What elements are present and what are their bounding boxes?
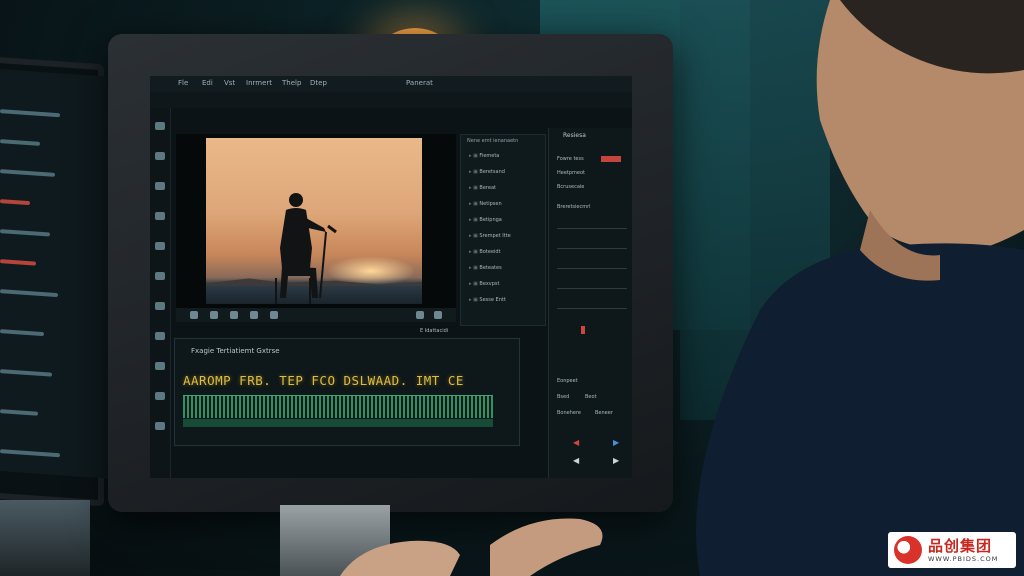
inspector-row[interactable]: Fowre tess [557,156,584,162]
browser-item[interactable]: Sesse Entt [469,297,505,303]
inspector-row[interactable]: Breretsiecmrl [557,204,591,210]
browser-item[interactable]: Fiemeta [469,153,499,159]
video-viewer[interactable] [176,134,456,308]
side-line [0,409,38,416]
menubar: Fle Edi Vst Inrmert Thelp Dtep Panerat [150,76,632,93]
singer-silhouette [275,193,337,304]
side-line [0,369,52,377]
side-line-red [0,199,30,206]
tool-icon[interactable] [155,302,165,310]
menu-item[interactable]: Thelp [282,79,301,87]
tool-icon[interactable] [155,182,165,190]
arrow-left-icon[interactable]: ◀ [573,438,579,447]
record-indicator[interactable] [601,156,621,162]
browser-title: Nene emt ienanaetn [467,138,519,144]
inspector-row[interactable]: Heetpmeot [557,170,585,176]
next-icon[interactable] [250,311,258,319]
level-marker [581,326,585,334]
side-line [0,449,60,458]
brand-url: WWW.PBIDS.COM [928,555,999,563]
inspector-row[interactable]: Bonehere [557,410,581,416]
menu-item[interactable]: Edi [202,79,213,87]
timeline-track-label: E Idattacidi [420,328,449,334]
side-line [0,139,40,146]
brand-name: 品创集团 [928,537,993,555]
browser-item[interactable]: Srempet Itte [469,233,510,239]
editor-screen: Fle Edi Vst Inrmert Thelp Dtep Panerat N… [150,76,632,478]
side-line-red [0,259,36,266]
inspector-row[interactable]: Bsed [557,394,569,400]
tool-sidebar [150,108,171,478]
audio-track[interactable] [183,419,493,427]
tool-icon[interactable] [155,362,165,370]
menu-item[interactable]: Dtep [310,79,327,87]
inspector-row[interactable]: Beneer [595,410,613,416]
menu-item[interactable]: Vst [224,79,235,87]
meter-line [557,248,627,249]
transport-bar [176,308,456,322]
inspector-title: Resiesa [563,132,586,139]
toolbar [150,92,632,108]
tool-icon[interactable] [155,272,165,280]
audio-waveform[interactable] [183,395,493,418]
browser-item[interactable]: Bereat [469,185,496,191]
side-line [0,229,50,237]
watermark-logo: 品创集团 WWW.PBIDS.COM [888,532,1016,568]
tool-icon[interactable] [155,422,165,430]
brand-icon [894,536,922,564]
browser-item[interactable]: Netipsen [469,201,501,207]
arrow-right-icon[interactable]: ▶ [613,456,619,465]
menu-item[interactable]: Fle [178,79,188,87]
side-line [0,329,44,337]
arrow-left-icon[interactable]: ◀ [573,456,579,465]
stop-icon[interactable] [210,311,218,319]
browser-item[interactable]: Beteates [469,265,501,271]
editor-person [696,0,1024,576]
arrow-right-icon[interactable]: ▶ [613,438,619,447]
video-frame [206,138,422,304]
media-browser: Nene emt ienanaetn Fiemeta Beretsand Ber… [460,134,546,326]
browser-item[interactable]: Beretsand [469,169,505,175]
side-line [0,169,55,177]
tool-icon[interactable] [155,212,165,220]
meter-line [557,288,627,289]
browser-item[interactable]: Betipnga [469,217,501,223]
loop-icon[interactable] [270,311,278,319]
side-monitor [0,55,474,507]
tool-icon[interactable] [155,332,165,340]
caption-track[interactable]: AAROMP FRB. TEP FCO DSLWAAD. IMT CE [183,373,464,388]
zoom-icon[interactable] [416,311,424,319]
monitor-arm [0,500,90,576]
menu-item[interactable]: Inrmert [246,79,272,87]
side-line [0,109,60,118]
timeline-panel[interactable]: Fxagie Tertiatiemt Gxtrse AAROMP FRB. TE… [174,338,520,446]
prev-icon[interactable] [230,311,238,319]
main-monitor: Fle Edi Vst Inrmert Thelp Dtep Panerat N… [108,34,673,512]
window-title: Panerat [406,79,433,87]
inspector-panel: Resiesa Fowre tess Heetpmeot Bcrusecaie … [548,128,632,478]
inspector-row[interactable]: Beot [585,394,597,400]
meter-line [557,308,627,309]
hands-on-keyboard [340,518,603,576]
tool-icon[interactable] [155,242,165,250]
tool-icon[interactable] [155,152,165,160]
inspector-row[interactable]: Eonpeet [557,378,578,384]
play-icon[interactable] [190,311,198,319]
side-line [0,289,58,298]
inspector-row[interactable]: Bcrusecaie [557,184,584,190]
scene: Fle Edi Vst Inrmert Thelp Dtep Panerat N… [0,0,1024,576]
meter-line [557,268,627,269]
settings-icon[interactable] [434,311,442,319]
timeline-header: Fxagie Tertiatiemt Gxtrse [191,347,280,355]
browser-item[interactable]: Bexvpst [469,281,499,287]
meter-line [557,228,627,229]
tool-icon[interactable] [155,122,165,130]
browser-item[interactable]: Boteeidt [469,249,500,255]
tool-icon[interactable] [155,392,165,400]
